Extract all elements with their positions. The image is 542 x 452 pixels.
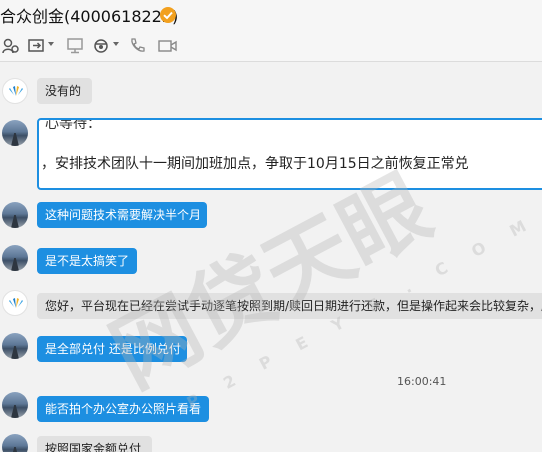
message-bubble-selected[interactable]: 心等待： ，安排技术团队十一期间加班加点，争取于10月15日之前恢复正常兑 [37, 118, 542, 190]
verified-badge-icon [160, 7, 176, 23]
avatar[interactable] [2, 120, 28, 146]
phone-icon[interactable] [128, 37, 146, 55]
message-bubble[interactable]: 是全部兑付 还是比例兑付 [37, 336, 187, 362]
message-timestamp: 16:00:41 [397, 375, 447, 388]
company-logo-icon [9, 86, 23, 96]
avatar[interactable] [2, 333, 28, 359]
message-bubble[interactable]: 您好，平台现在已经在尝试手动逐笔按照到期/赎回日期进行还款，但是操作起来会比较复… [37, 293, 542, 319]
message-bubble[interactable]: 这种问题技术需要解决半个月 [37, 202, 207, 228]
share-screen-icon[interactable] [28, 37, 46, 55]
share-screen-dropdown-icon[interactable] [48, 41, 54, 59]
title-bar: 合众创金(4000618222) [0, 0, 542, 30]
message-text-line: ，安排技术团队十一期间加班加点，争取于10月15日之前恢复正常兑 [41, 156, 469, 172]
avatar[interactable] [2, 202, 28, 228]
message-bubble[interactable]: 按照国家金额兑付 [37, 436, 152, 452]
avatar[interactable] [2, 290, 28, 316]
company-logo-icon [9, 298, 23, 308]
avatar[interactable] [2, 392, 28, 418]
message-text-line: 心等待： [45, 118, 101, 132]
chat-title: 合众创金(4000618222) [0, 7, 179, 26]
app-icon[interactable] [92, 37, 110, 55]
avatar[interactable] [2, 245, 28, 271]
remote-desktop-icon[interactable] [66, 37, 84, 55]
video-icon[interactable] [158, 37, 178, 55]
contacts-icon[interactable] [2, 37, 20, 55]
app-dropdown-icon[interactable] [113, 41, 119, 59]
message-bubble[interactable]: 没有的 [37, 78, 92, 104]
avatar[interactable] [2, 78, 28, 104]
avatar[interactable] [2, 434, 28, 452]
chat-toolbar [0, 30, 542, 62]
message-bubble[interactable]: 能否拍个办公室办公照片看看 [37, 396, 209, 422]
message-bubble[interactable]: 是不是太搞笑了 [37, 248, 137, 274]
message-list[interactable]: 没有的 心等待： ，安排技术团队十一期间加班加点，争取于10月15日之前恢复正常… [0, 62, 542, 452]
